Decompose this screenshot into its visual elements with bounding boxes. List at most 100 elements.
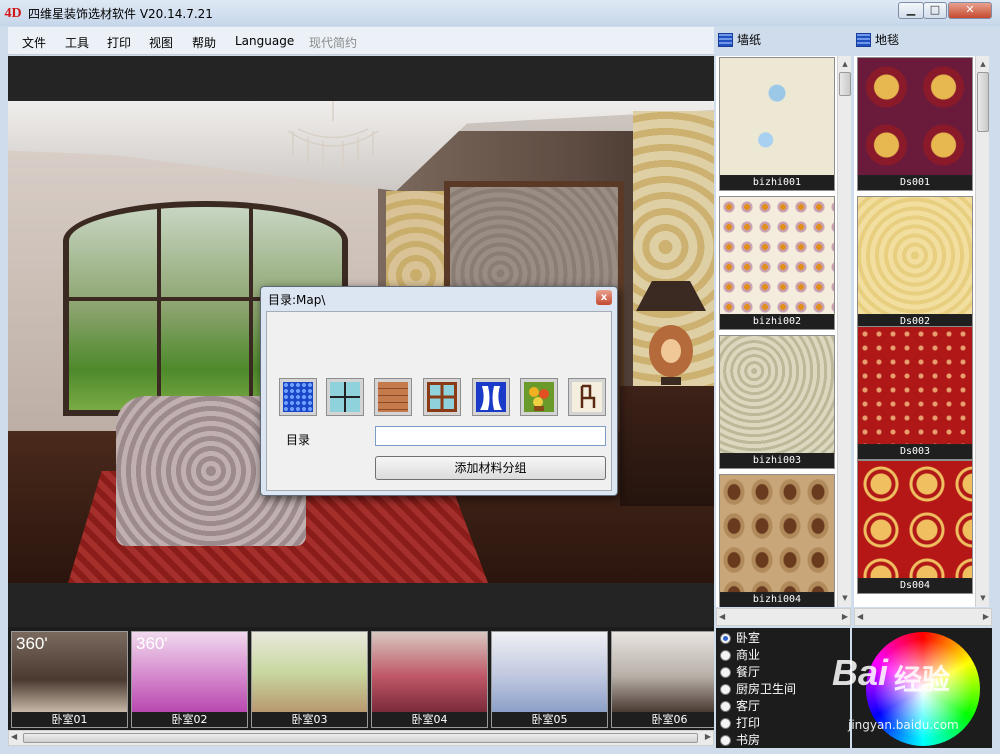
tool-furniture-button[interactable]	[568, 378, 606, 416]
room-thumbnail-strip: 360' 卧室01 360' 卧室02 卧室03 卧室04 卧室05 卧室06	[8, 627, 714, 730]
radio-selected-icon	[720, 633, 731, 644]
maximize-button[interactable]: □	[923, 2, 947, 19]
scroll-left-arrow-icon[interactable]: ◀	[857, 612, 863, 621]
room-thumbnail[interactable]: 360' 卧室02	[131, 631, 248, 728]
tool-cross-button[interactable]	[326, 378, 364, 416]
tool-curtain-button[interactable]	[472, 378, 510, 416]
360-badge: 360'	[16, 634, 48, 653]
room-label: 卧室03	[252, 712, 367, 727]
room-thumbnail[interactable]: 卧室05	[491, 631, 608, 728]
radio-icon	[720, 684, 731, 695]
carpet-item[interactable]: Ds001	[857, 57, 973, 191]
room-thumbnail[interactable]: 卧室06	[611, 631, 714, 728]
wallpaper-label: bizhi001	[720, 176, 834, 190]
wallpaper-item[interactable]: bizhi004	[719, 474, 835, 607]
carpet-item[interactable]: Ds003	[857, 326, 973, 460]
tool-wood-button[interactable]	[374, 378, 412, 416]
scroll-right-arrow-icon[interactable]: ▶	[983, 612, 989, 621]
wallpaper-item[interactable]: bizhi002	[719, 196, 835, 330]
scroll-up-arrow-icon[interactable]: ▲	[839, 57, 851, 71]
radio-living[interactable]: 客厅	[720, 698, 760, 714]
scroll-right-arrow-icon[interactable]: ▶	[705, 732, 711, 741]
maximize-icon: □	[929, 3, 941, 16]
room-type-radio-group: 卧室 商业 餐厅 厨房卫生间 客厅 打印 书房	[716, 628, 850, 748]
wallpaper-swatch	[720, 336, 834, 453]
chandelier-icon	[287, 101, 379, 167]
cross-grid-icon	[330, 382, 360, 412]
scroll-down-arrow-icon[interactable]: ▼	[839, 591, 851, 605]
radio-commercial[interactable]: 商业	[720, 647, 760, 663]
room-label: 卧室02	[132, 712, 247, 727]
menu-file[interactable]: 文件	[22, 34, 46, 51]
wallpaper-item[interactable]: bizhi001	[719, 57, 835, 191]
wallpaper-item[interactable]: bizhi003	[719, 335, 835, 469]
scroll-thumb[interactable]	[977, 72, 989, 132]
room-label: 卧室04	[372, 712, 487, 727]
menu-tools[interactable]: 工具	[65, 34, 89, 51]
room-preview	[492, 632, 607, 712]
radio-icon	[720, 718, 731, 729]
window-frame-icon	[427, 382, 457, 412]
radio-study[interactable]: 书房	[720, 732, 760, 748]
wallpaper-swatch	[720, 475, 834, 592]
room-preview	[252, 632, 367, 712]
app-logo-icon: 4D	[4, 6, 22, 21]
scroll-down-arrow-icon[interactable]: ▼	[977, 591, 989, 605]
carpet-category-label: 地毯	[875, 33, 900, 47]
radio-icon	[720, 667, 731, 678]
carpet-swatch	[858, 461, 972, 578]
radio-icon	[720, 701, 731, 712]
wallpaper-label: bizhi004	[720, 593, 834, 607]
room-label: 卧室05	[492, 712, 607, 727]
radio-icon	[720, 735, 731, 746]
scroll-left-arrow-icon[interactable]: ◀	[11, 732, 17, 741]
scroll-thumb[interactable]	[839, 72, 851, 96]
flower-painting-icon	[524, 382, 554, 412]
wallpaper-list: bizhi001 bizhi002 bizhi003 bizhi004 ▲ ▼	[716, 56, 851, 607]
scroll-right-arrow-icon[interactable]: ▶	[842, 612, 848, 621]
add-material-group-button[interactable]: 添加材料分组	[375, 456, 606, 480]
menu-print[interactable]: 打印	[107, 34, 131, 51]
wallpaper-scrollbar[interactable]: ▲ ▼	[837, 56, 851, 607]
tool-window-button[interactable]	[423, 378, 461, 416]
scroll-thumb[interactable]	[23, 733, 698, 743]
minimize-button[interactable]: ▁	[898, 2, 924, 19]
radio-print[interactable]: 打印	[720, 715, 760, 731]
scroll-left-arrow-icon[interactable]: ◀	[719, 612, 725, 621]
carpet-hscroll[interactable]: ◀ ▶	[854, 608, 992, 626]
dialog-title: 目录:Map\	[268, 293, 326, 307]
radio-kitchen-bath[interactable]: 厨房卫生间	[720, 681, 796, 697]
wallpaper-hscroll[interactable]: ◀ ▶	[716, 608, 851, 626]
tool-painting-button[interactable]	[520, 378, 558, 416]
dialog-close-icon: x	[600, 292, 608, 303]
menu-view[interactable]: 视图	[149, 34, 173, 51]
blue-texture-icon	[283, 382, 313, 412]
carpet-list: Ds001 Ds002 Ds003 Ds004 ▲ ▼	[854, 56, 989, 607]
carpet-swatch	[858, 197, 972, 314]
360-badge: 360'	[136, 634, 168, 653]
carpet-item[interactable]: Ds002	[857, 196, 973, 330]
window-title-bar[interactable]: 4D 四维星装饰选材软件 V20.14.7.21 ▁ □ ✕	[0, 0, 1000, 26]
room-strip-scrollbar[interactable]: ◀ ▶	[8, 730, 714, 746]
color-wheel[interactable]	[866, 632, 980, 746]
menu-help[interactable]: 帮助	[192, 34, 216, 51]
wood-planks-icon	[378, 382, 408, 412]
tool-texture-button[interactable]	[279, 378, 317, 416]
menu-language[interactable]: Language	[235, 34, 294, 48]
dialog-close-button[interactable]: x	[596, 290, 612, 305]
minimize-icon: ▁	[906, 3, 916, 16]
radio-bedroom[interactable]: 卧室	[720, 630, 760, 646]
directory-input[interactable]	[375, 426, 606, 446]
scroll-up-arrow-icon[interactable]: ▲	[977, 57, 989, 71]
carpet-item[interactable]: Ds004	[857, 460, 973, 594]
room-label: 卧室01	[12, 712, 127, 727]
room-thumbnail[interactable]: 卧室03	[251, 631, 368, 728]
close-window-button[interactable]: ✕	[948, 2, 992, 19]
wallpaper-category-tab[interactable]: 墙纸	[718, 31, 761, 51]
carpet-category-tab[interactable]: 地毯	[856, 31, 899, 51]
color-picker-panel	[852, 628, 992, 748]
radio-dining[interactable]: 餐厅	[720, 664, 760, 680]
room-thumbnail[interactable]: 360' 卧室01	[11, 631, 128, 728]
room-thumbnail[interactable]: 卧室04	[371, 631, 488, 728]
carpet-scrollbar[interactable]: ▲ ▼	[975, 56, 989, 607]
